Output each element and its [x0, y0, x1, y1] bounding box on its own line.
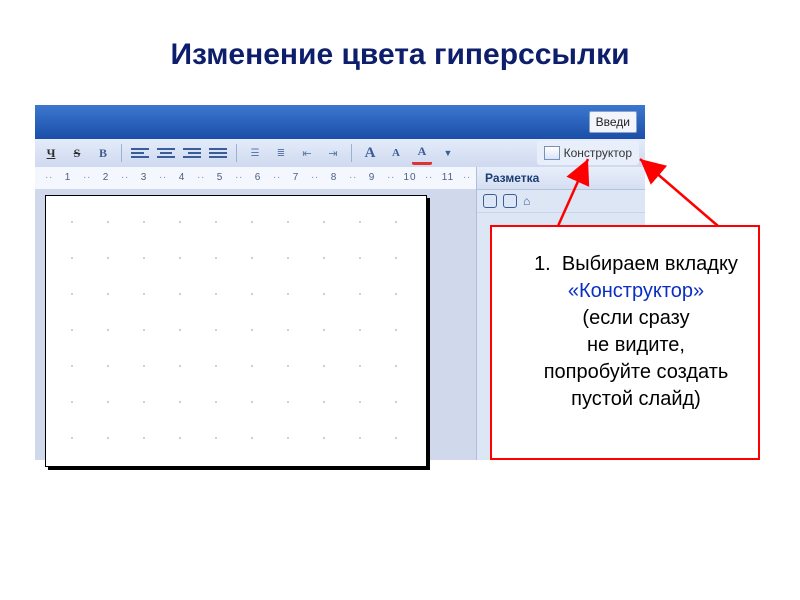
align-center-button[interactable]	[156, 143, 176, 163]
indent-increase-button[interactable]: ⇥	[323, 143, 343, 163]
window-titlebar	[35, 105, 645, 139]
indent-decrease-button[interactable]: ⇤	[297, 143, 317, 163]
home-icon: ⌂	[523, 194, 530, 208]
align-left-button[interactable]	[130, 143, 150, 163]
callout-line: не видите,	[587, 334, 685, 356]
toolbar-separator	[351, 144, 352, 162]
task-pane-title: Разметка	[477, 167, 645, 190]
strike-button[interactable]: S	[67, 143, 87, 163]
callout-line: пустой слайд)	[571, 388, 701, 410]
horizontal-ruler: ··1··2··3··4··5··6··7··8··9··10··11··12·	[35, 167, 477, 190]
search-hint-tag[interactable]: Введи	[589, 111, 637, 133]
slide-grid	[54, 204, 418, 458]
underline-button[interactable]: Ч	[41, 143, 61, 163]
forward-icon	[503, 194, 517, 208]
toolbar-separator	[236, 144, 237, 162]
slide-surface[interactable]	[45, 195, 427, 467]
back-icon	[483, 194, 497, 208]
list-numbered-button[interactable]: ☰	[245, 143, 265, 163]
slide-canvas-area	[35, 189, 477, 460]
dropdown-icon[interactable]: ▼	[438, 143, 458, 163]
align-right-button[interactable]	[182, 143, 202, 163]
instruction-callout: 1. Выбираем вкладку «Конструктор» (если …	[490, 225, 760, 460]
designer-label: Конструктор	[564, 146, 632, 160]
align-justify-button[interactable]	[208, 143, 228, 163]
font-shrink-button[interactable]: A	[386, 143, 406, 163]
callout-line: (если сразу	[582, 307, 689, 329]
bold-button[interactable]: B	[93, 143, 113, 163]
callout-link-word: «Конструктор»	[568, 280, 704, 302]
task-pane-row[interactable]: ⌂	[477, 190, 645, 213]
toolbar-separator	[121, 144, 122, 162]
font-color-button[interactable]: A	[412, 142, 432, 165]
callout-line: попробуйте создать	[544, 361, 729, 383]
designer-tab[interactable]: Конструктор	[537, 141, 639, 165]
callout-line: Выбираем вкладку	[562, 253, 738, 275]
list-bullet-button[interactable]: ≣	[271, 143, 291, 163]
font-grow-button[interactable]: A	[360, 143, 380, 163]
designer-icon	[544, 146, 560, 160]
page-title: Изменение цвета гиперссылки	[0, 38, 800, 72]
